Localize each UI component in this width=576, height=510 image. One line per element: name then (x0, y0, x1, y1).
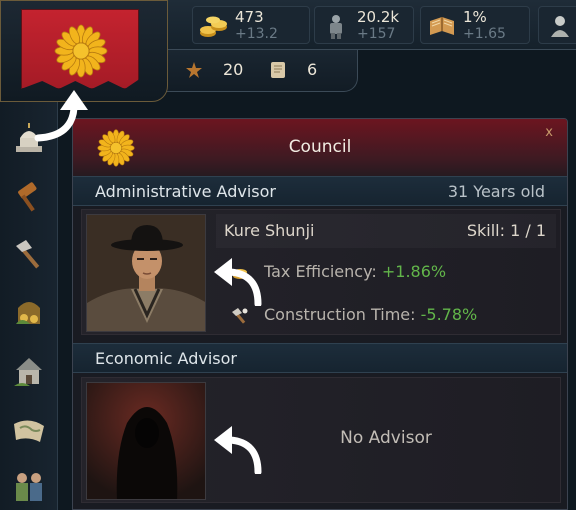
council-panel: Council x Administrative Advisor 31 Year… (72, 118, 568, 510)
manpower-soldier-icon (330, 15, 342, 39)
scroll-icon (271, 62, 285, 78)
map-icon[interactable] (10, 410, 48, 448)
star-icon (186, 62, 202, 78)
economic-advisor-label: Economic Advisor (95, 349, 237, 368)
research-value: 1% (463, 8, 487, 26)
construction-time-value: -5.78% (420, 305, 478, 324)
tutorial-arrow-icon (214, 258, 262, 306)
sub-resource-bar: 20 6 (148, 50, 358, 92)
construction-time-label: Construction Time: (264, 305, 416, 324)
book-research-icon (430, 17, 454, 35)
research-change: +1.65 (463, 26, 506, 42)
tutorial-arrow-icon (34, 90, 88, 142)
advisors-icon[interactable] (10, 468, 48, 506)
advisor-skill: Skill: 1 / 1 (466, 221, 546, 240)
panel-title: Council (288, 137, 352, 157)
panel-header: Council x (73, 119, 567, 177)
chrysanthemum-icon (54, 24, 108, 78)
manpower-change: +157 (357, 26, 396, 42)
hammer-icon (232, 308, 248, 324)
advisor-portrait-image (87, 215, 205, 331)
gold-change: +13.2 (235, 26, 278, 42)
bust-statue-icon (551, 16, 569, 37)
advisor-portrait[interactable] (86, 214, 206, 332)
empty-advisor-portrait[interactable] (86, 382, 206, 500)
gold-resource[interactable]: 473 +13.2 (192, 6, 310, 44)
treasure-icon[interactable] (10, 294, 48, 332)
gold-value: 473 (235, 8, 264, 26)
advisor-name: Kure Shunji (224, 221, 315, 240)
nation-flag (21, 9, 139, 89)
administrative-advisor-card[interactable]: Kure Shunji Skill: 1 / 1 Tax Efficiency:… (81, 209, 561, 335)
hooded-silhouette-icon (87, 383, 205, 499)
gold-coins-icon (200, 16, 227, 37)
left-sidebar (0, 102, 58, 510)
research-resource[interactable]: 1% +1.65 (420, 6, 530, 44)
economic-advisor-card[interactable]: No Advisor (81, 377, 561, 503)
tax-efficiency-value: +1.86% (381, 262, 447, 281)
hammer-icon[interactable] (10, 236, 48, 274)
manpower-value: 20.2k (357, 8, 400, 26)
tutorial-arrow-icon (214, 426, 262, 474)
manpower-resource[interactable]: 20.2k +157 (314, 6, 414, 44)
close-button[interactable]: x (545, 125, 553, 140)
star-value: 20 (223, 60, 244, 79)
advisor-name-row: Kure Shunji Skill: 1 / 1 (216, 214, 556, 248)
statue-resource[interactable] (538, 6, 576, 44)
economic-section-header: Economic Advisor (73, 343, 567, 373)
scroll-value: 6 (307, 60, 318, 79)
advisor-age: 31 Years old (447, 182, 545, 201)
administrative-section-header: Administrative Advisor 31 Years old (73, 176, 567, 206)
building-icon[interactable] (10, 352, 48, 390)
administrative-advisor-label: Administrative Advisor (95, 182, 276, 201)
gavel-icon[interactable] (10, 178, 48, 216)
tax-efficiency-label: Tax Efficiency: (264, 262, 377, 281)
